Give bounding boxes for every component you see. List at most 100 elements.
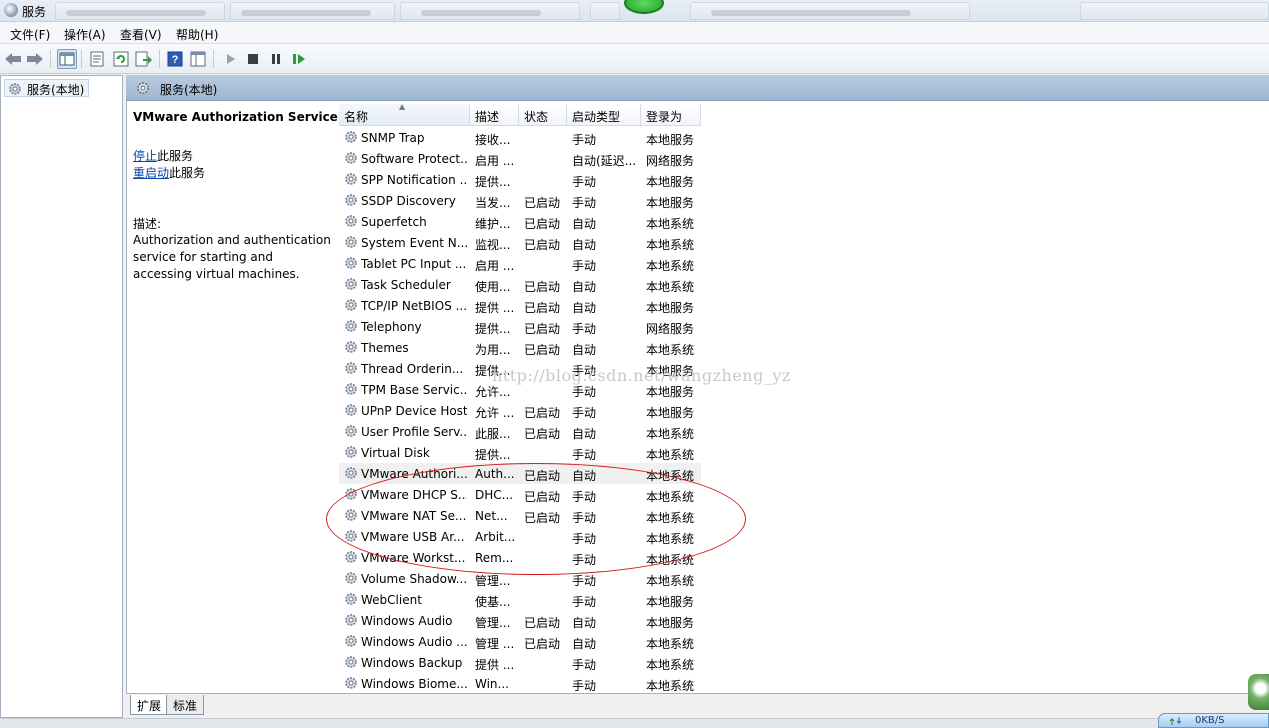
blog-watermark: http://blog.csdn.net/wangzheng_yz: [492, 366, 791, 385]
svg-text:?: ?: [172, 54, 179, 66]
menu-help[interactable]: 帮助(H): [176, 26, 218, 43]
service-gear-icon: [344, 298, 358, 315]
menu-action[interactable]: 操作(A): [64, 26, 106, 43]
column-header-status[interactable]: 状态: [519, 104, 567, 126]
table-row[interactable]: UPnP Device Host 允许 ... 已启动 手动 本地服务: [339, 400, 701, 421]
table-row[interactable]: VMware Authori... Auth... 已启动 自动 本地系统: [339, 463, 701, 484]
network-speed-meter[interactable]: 0KB/S: [1158, 713, 1269, 728]
table-row[interactable]: Volume Shadow... 管理... 手动 本地系统: [339, 568, 701, 589]
service-status-cell: 已启动: [524, 406, 561, 420]
table-row[interactable]: Tablet PC Input ... 启用 ... 手动 本地系统: [339, 253, 701, 274]
table-row[interactable]: Software Protect... 启用 ... 自动(延迟... 网络服务: [339, 148, 701, 169]
service-description-cell: 管理...: [475, 616, 511, 630]
background-tab[interactable]: [1080, 2, 1269, 20]
service-gear-icon: [344, 361, 358, 378]
service-gear-icon: [344, 130, 358, 147]
toolbar-separator: [81, 50, 82, 68]
service-name-cell: Windows Backup: [361, 656, 463, 670]
service-description-cell: Auth...: [475, 467, 515, 481]
table-row[interactable]: Telephony 提供... 已启动 手动 网络服务: [339, 316, 701, 337]
table-row[interactable]: VMware USB Ar... Arbit... 手动 本地系统: [339, 526, 701, 547]
service-description-cell: Arbit...: [475, 530, 516, 544]
column-header-description[interactable]: 描述: [470, 104, 519, 126]
service-status-cell: 已启动: [524, 511, 561, 525]
table-row[interactable]: Windows Backup 提供 ... 手动 本地系统: [339, 652, 701, 673]
status-bar: [0, 718, 1269, 728]
table-row[interactable]: Virtual Disk 提供... 手动 本地系统: [339, 442, 701, 463]
table-row[interactable]: SNMP Trap 接收... 手动 本地服务: [339, 127, 701, 148]
table-row[interactable]: Themes 为用... 已启动 自动 本地系统: [339, 337, 701, 358]
tree-item-services-local[interactable]: 服务(本地): [4, 79, 90, 99]
service-description-cell: Win...: [475, 677, 509, 691]
table-row[interactable]: VMware NAT Se... Net... 已启动 手动 本地系统: [339, 505, 701, 526]
restart-service-icon[interactable]: [289, 49, 309, 69]
flower-widget-icon[interactable]: [1248, 674, 1269, 710]
toolbar: ?: [0, 44, 1269, 74]
start-service-icon[interactable]: [220, 49, 240, 69]
table-row[interactable]: User Profile Serv... 此服... 已启动 自动 本地系统: [339, 421, 701, 442]
service-description-cell: 此服...: [475, 427, 511, 441]
tab-extended[interactable]: 扩展: [130, 695, 169, 715]
stop-service-icon[interactable]: [243, 49, 263, 69]
stop-service-suffix: 此服务: [157, 149, 194, 163]
service-logon-cell: 本地系统: [646, 553, 695, 567]
service-status-cell: 已启动: [524, 343, 561, 357]
pause-service-icon[interactable]: [266, 49, 286, 69]
service-startup-cell: 手动: [572, 448, 597, 462]
table-row[interactable]: VMware DHCP S... DHC... 已启动 手动 本地系统: [339, 484, 701, 505]
service-name-cell: VMware Authori...: [361, 467, 467, 481]
table-row[interactable]: System Event N... 监视... 已启动 自动 本地系统: [339, 232, 701, 253]
table-row[interactable]: WebClient 使基... 手动 本地服务: [339, 589, 701, 610]
service-startup-cell: 手动: [572, 574, 597, 588]
column-header-name[interactable]: ▲ 名称: [339, 102, 470, 126]
stop-service-link[interactable]: 停止: [133, 149, 157, 163]
service-logon-cell: 本地系统: [646, 469, 695, 483]
export-list-icon[interactable]: [134, 49, 154, 69]
background-tab[interactable]: [400, 2, 580, 20]
table-row[interactable]: VMware Workst... Rem... 手动 本地系统: [339, 547, 701, 568]
table-row[interactable]: Windows Biome... Win... 手动 本地系统: [339, 673, 701, 694]
service-startup-cell: 手动: [572, 511, 597, 525]
service-gear-icon: [344, 193, 358, 210]
back-icon[interactable]: [3, 49, 23, 69]
selected-service-title: VMware Authorization Service: [133, 110, 338, 124]
console-view-icon[interactable]: [188, 49, 208, 69]
column-header-startup-type[interactable]: 启动类型: [567, 104, 641, 126]
table-row[interactable]: Superfetch 维护... 已启动 自动 本地系统: [339, 211, 701, 232]
help-icon[interactable]: ?: [165, 49, 185, 69]
restart-service-link[interactable]: 重启动: [133, 166, 169, 180]
background-tab[interactable]: [230, 2, 395, 20]
service-status-cell: 已启动: [524, 280, 561, 294]
background-tab[interactable]: [590, 2, 620, 20]
service-logon-cell: 本地系统: [646, 679, 695, 693]
background-tab[interactable]: [690, 2, 970, 20]
service-gear-icon: [344, 508, 358, 525]
table-row[interactable]: TCP/IP NetBIOS ... 提供 ... 已启动 自动 本地服务: [339, 295, 701, 316]
forward-icon[interactable]: [25, 49, 45, 69]
table-row[interactable]: Windows Audio ... 管理 ... 已启动 自动 本地系统: [339, 631, 701, 652]
table-row[interactable]: Windows Audio 管理... 已启动 自动 本地服务: [339, 610, 701, 631]
table-row[interactable]: SSDP Discovery 当发... 已启动 手动 本地服务: [339, 190, 701, 211]
service-logon-cell: 本地系统: [646, 637, 695, 651]
service-gear-icon: [344, 613, 358, 630]
service-gear-icon: [344, 340, 358, 357]
menu-view[interactable]: 查看(V): [120, 26, 162, 43]
table-row[interactable]: Task Scheduler 使用... 已启动 自动 本地系统: [339, 274, 701, 295]
table-row[interactable]: SPP Notification ... 提供... 手动 本地服务: [339, 169, 701, 190]
show-hide-tree-icon[interactable]: [57, 49, 77, 69]
services-app-icon: [4, 3, 18, 17]
refresh-icon[interactable]: [111, 49, 131, 69]
service-description-cell: 允许...: [475, 385, 511, 399]
service-description-cell: 提供...: [475, 322, 511, 336]
properties-icon[interactable]: [87, 49, 107, 69]
column-header-logon-as[interactable]: 登录为: [641, 104, 701, 126]
services-list: ▲ 名称 描述 状态 启动类型 登录为 SNMP Trap 接收... 手动 本地服务…: [339, 101, 1269, 693]
service-gear-icon: [344, 382, 358, 399]
service-logon-cell: 本地系统: [646, 238, 695, 252]
sort-ascending-icon: ▲: [399, 102, 406, 111]
service-startup-cell: 自动: [572, 427, 597, 441]
menu-file[interactable]: 文件(F): [10, 26, 50, 43]
tab-standard[interactable]: 标准: [166, 695, 205, 715]
background-tab[interactable]: [55, 2, 225, 20]
gear-icon: [8, 82, 22, 99]
